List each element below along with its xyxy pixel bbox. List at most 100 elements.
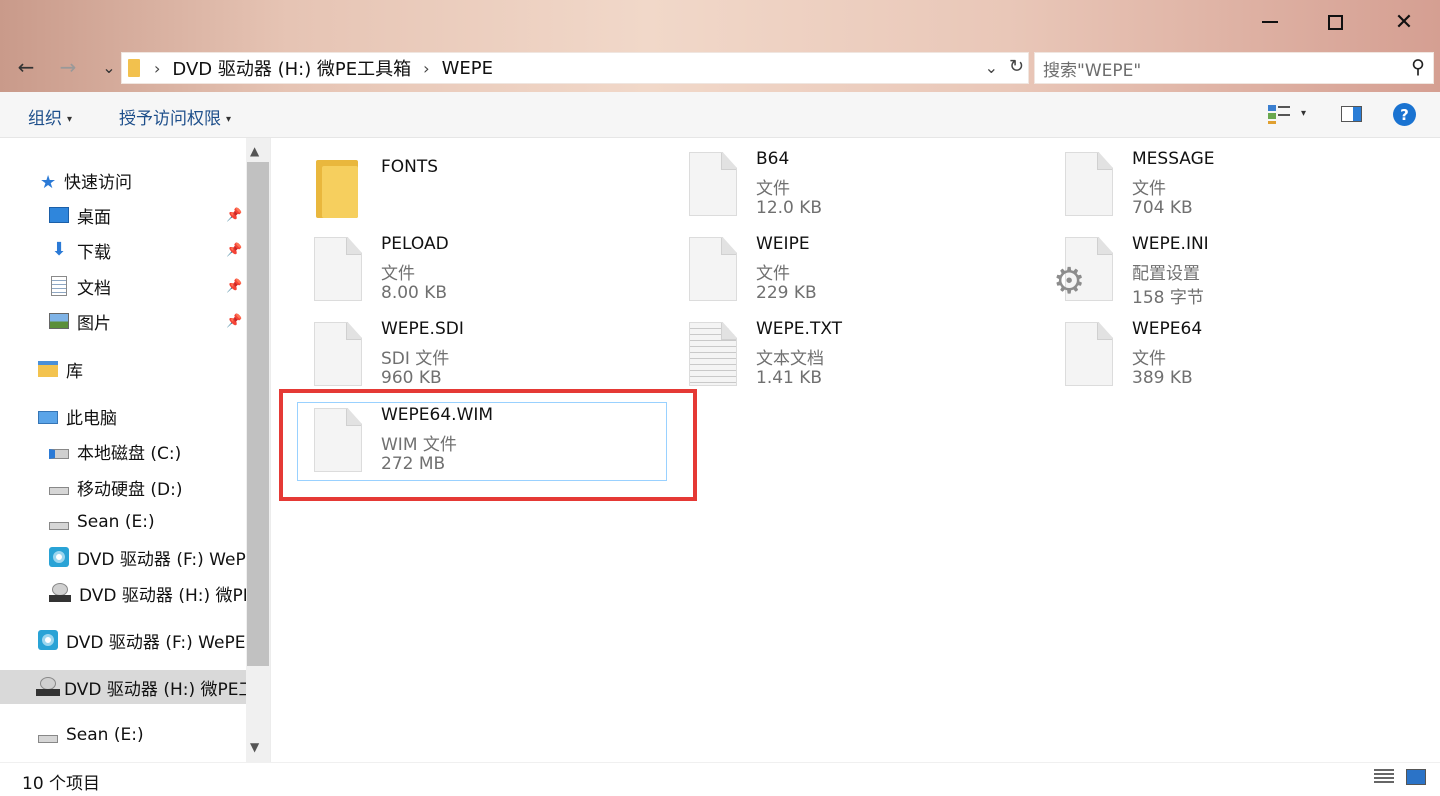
scroll-up-icon[interactable]: ▲ <box>250 144 259 158</box>
sidebar-item-downloads[interactable]: ⬇ 下载 📌 <box>0 233 246 267</box>
forward-arrow-icon: → <box>59 55 77 79</box>
address-bar[interactable]: › DVD 驱动器 (H:) 微PE工具箱 › WEPE ⌄ ↻ <box>121 52 1029 84</box>
command-bar: 组织 ▾ 授予访问权限 ▾ <box>0 92 1440 138</box>
drive-icon <box>49 487 69 495</box>
file-icon <box>689 237 737 301</box>
pin-icon[interactable]: 📌 <box>226 243 242 258</box>
sidebar-item-label: 桌面 <box>77 207 111 228</box>
file-item-wepe64[interactable]: WEPE64 文件 389 KB <box>1023 308 1393 388</box>
organize-menu[interactable]: 组织 ▾ <box>28 104 72 129</box>
sidebar-scrollbar-thumb[interactable] <box>247 162 269 666</box>
highlight-box <box>279 389 697 501</box>
file-icon <box>1065 322 1113 386</box>
scroll-down-icon[interactable]: ▼ <box>250 740 259 754</box>
file-name: WEPE.INI <box>1132 234 1209 254</box>
sidebar-item-drive-c[interactable]: 本地磁盘 (C:) <box>0 434 246 468</box>
file-type: 文件 <box>756 179 790 199</box>
file-name: WEPE.SDI <box>381 319 464 339</box>
sidebar-item-drive-e-root[interactable]: Sean (E:) <box>0 718 246 752</box>
refresh-icon[interactable]: ↻ <box>1009 56 1024 77</box>
back-button[interactable]: ← <box>11 52 41 82</box>
share-access-menu[interactable]: 授予访问权限 ▾ <box>119 104 231 129</box>
file-item-message[interactable]: MESSAGE 文件 704 KB <box>1023 138 1393 218</box>
large-icons-view-icon[interactable] <box>1406 769 1426 785</box>
breadcrumb-separator: › <box>423 58 430 78</box>
file-item-b64[interactable]: B64 文件 12.0 KB <box>647 138 1017 218</box>
back-arrow-icon: ← <box>17 55 35 79</box>
file-size: 158 字节 <box>1132 288 1204 308</box>
sidebar-item-drive-e[interactable]: Sean (E:) <box>0 505 246 539</box>
sidebar-item-dvd-f-root[interactable]: DVD 驱动器 (F:) WePE <box>0 623 246 657</box>
pin-icon[interactable]: 📌 <box>226 208 242 223</box>
organize-label: 组织 <box>28 109 62 129</box>
file-item-peload[interactable]: PELOAD 文件 8.00 KB <box>272 223 642 303</box>
breadcrumb-current-folder[interactable]: WEPE <box>442 58 493 79</box>
change-view-icon[interactable] <box>1268 104 1290 124</box>
dvd-rom-icon <box>49 583 71 603</box>
file-type: 文件 <box>1132 349 1166 369</box>
close-button[interactable]: ✕ <box>1369 0 1439 44</box>
file-item-weipe[interactable]: WEIPE 文件 229 KB <box>647 223 1017 303</box>
pin-icon[interactable]: 📌 <box>226 314 242 329</box>
maximize-icon <box>1327 14 1343 30</box>
file-type: 文本文档 <box>756 349 824 369</box>
file-size: 12.0 KB <box>756 198 823 218</box>
pictures-icon <box>49 313 69 329</box>
file-type: 文件 <box>1132 179 1166 199</box>
sidebar-item-dvd-h-root[interactable]: DVD 驱动器 (H:) 微PE工具箱 <box>0 670 246 704</box>
gear-icon: ⚙ <box>1053 261 1086 302</box>
breadcrumb-drive[interactable]: DVD 驱动器 (H:) 微PE工具箱 <box>172 55 411 81</box>
navigation-pane: ★ 快速访问 桌面 📌 ⬇ 下载 📌 文档 📌 图片 📌 库 此电脑 本地磁盘 … <box>0 138 271 762</box>
sidebar-item-dvd-f[interactable]: DVD 驱动器 (F:) WePE <box>0 540 246 574</box>
share-access-label: 授予访问权限 <box>119 109 221 129</box>
file-item-fonts[interactable]: FONTS <box>272 146 642 224</box>
sidebar-item-this-pc[interactable]: 此电脑 <box>0 399 246 433</box>
help-icon[interactable]: ? <box>1393 103 1416 126</box>
file-icon <box>1065 152 1113 216</box>
file-name: MESSAGE <box>1132 149 1215 169</box>
sidebar-item-label: Sean (E:) <box>77 512 155 532</box>
sidebar-item-drive-d[interactable]: 移动硬盘 (D:) <box>0 470 246 504</box>
search-icon[interactable]: ⚲ <box>1411 56 1425 78</box>
breadcrumb-separator: › <box>154 58 161 78</box>
computer-icon <box>38 411 58 424</box>
file-icon <box>314 237 362 301</box>
file-name: PELOAD <box>381 234 449 254</box>
recent-locations-button[interactable]: ⌄ <box>94 52 124 82</box>
details-view-icon[interactable] <box>1374 769 1394 785</box>
maximize-button[interactable] <box>1300 0 1370 44</box>
file-item-wepe-sdi[interactable]: WEPE.SDI SDI 文件 960 KB <box>272 308 642 388</box>
search-input[interactable]: 搜索"WEPE" ⚲ <box>1034 52 1434 84</box>
drive-icon <box>49 522 69 530</box>
sidebar-item-label: DVD 驱动器 (F:) WePE <box>66 632 246 653</box>
chevron-down-icon: ⌄ <box>102 57 116 77</box>
minimize-icon <box>1262 21 1278 23</box>
minimize-button[interactable] <box>1235 0 1305 44</box>
dvd-drive-icon <box>49 547 69 567</box>
preview-pane-icon[interactable] <box>1341 106 1362 122</box>
sidebar-item-quick-access[interactable]: ★ 快速访问 <box>0 163 246 197</box>
pin-icon[interactable]: 📌 <box>226 279 242 294</box>
forward-button[interactable]: → <box>53 52 83 82</box>
close-icon: ✕ <box>1394 9 1414 35</box>
sidebar-item-label: Sean (E:) <box>66 725 144 745</box>
sidebar-item-documents[interactable]: 文档 📌 <box>0 269 246 303</box>
file-name: FONTS <box>381 157 439 177</box>
sidebar-item-libraries[interactable]: 库 <box>0 352 246 386</box>
item-count: 10 个项目 <box>22 774 101 794</box>
file-type: SDI 文件 <box>381 349 450 369</box>
sidebar-item-label: 下载 <box>77 242 111 263</box>
sidebar-item-dvd-h[interactable]: DVD 驱动器 (H:) 微PE工具箱 <box>0 576 246 610</box>
file-item-wepe-txt[interactable]: WEPE.TXT 文本文档 1.41 KB <box>647 308 1017 388</box>
file-name: WEIPE <box>756 234 810 254</box>
status-bar: 10 个项目 <box>0 762 1440 796</box>
view-caret-icon[interactable]: ▾ <box>1301 108 1306 119</box>
caret-down-icon: ▾ <box>67 113 73 125</box>
sidebar-item-pictures[interactable]: 图片 📌 <box>0 304 246 338</box>
config-file-icon: ⚙ <box>1053 237 1113 301</box>
sidebar-item-desktop[interactable]: 桌面 📌 <box>0 198 246 232</box>
file-item-wepe-ini[interactable]: ⚙ WEPE.INI 配置设置 158 字节 <box>1023 223 1393 308</box>
file-type: 配置设置 <box>1132 264 1200 284</box>
address-dropdown-icon[interactable]: ⌄ <box>985 58 998 77</box>
file-type: 文件 <box>381 264 415 284</box>
